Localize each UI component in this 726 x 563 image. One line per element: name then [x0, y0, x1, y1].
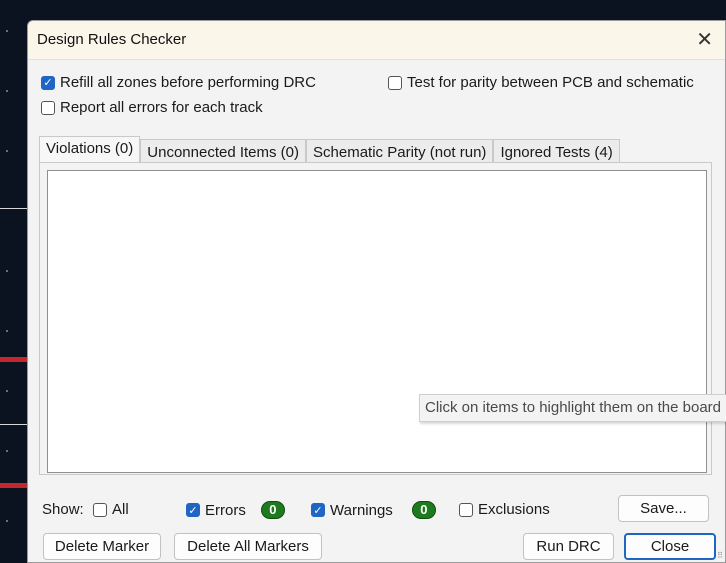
delete-marker-button[interactable]: Delete Marker — [43, 533, 161, 560]
violations-list[interactable] — [47, 170, 707, 473]
close-icon[interactable]: ✕ — [696, 30, 713, 50]
errors-count-badge: 0 — [260, 501, 285, 519]
background-grid-dot — [6, 270, 8, 272]
resize-grip-icon[interactable]: ⠿ — [717, 552, 723, 560]
close-button[interactable]: Close — [624, 533, 716, 560]
background-grid-dot — [6, 90, 8, 92]
checkbox-box[interactable] — [388, 75, 402, 90]
background-track — [0, 483, 27, 488]
save-button[interactable]: Save... — [618, 495, 709, 522]
drc-dialog: Design Rules Checker ✕ ✓ Refill all zone… — [27, 20, 726, 563]
tab-bar: Violations (0) Unconnected Items (0) Sch… — [39, 136, 620, 165]
delete-all-markers-button[interactable]: Delete All Markers — [174, 533, 322, 560]
report-all-errors-label: Report all errors for each track — [60, 99, 263, 116]
report-all-errors-checkbox[interactable]: Report all errors for each track — [41, 99, 263, 116]
background-grid-line — [0, 424, 27, 425]
background-grid-dot — [6, 330, 8, 332]
tab-violations[interactable]: Violations (0) — [39, 136, 141, 165]
show-label: Show: — [42, 501, 84, 518]
background-grid-line — [0, 208, 27, 209]
background-grid-dot — [6, 30, 8, 32]
filter-warnings-checkbox[interactable]: ✓ Warnings 0 — [311, 501, 436, 519]
test-parity-label: Test for parity between PCB and schemati… — [407, 74, 694, 91]
tooltip: Click on items to highlight them on the … — [419, 394, 726, 422]
background-track — [0, 357, 27, 362]
checkmark-icon[interactable]: ✓ — [41, 75, 55, 90]
checkbox-box[interactable] — [459, 502, 473, 517]
background-grid-dot — [6, 150, 8, 152]
refill-zones-label: Refill all zones before performing DRC — [60, 74, 316, 91]
tab-panel — [39, 162, 712, 475]
checkbox-box[interactable] — [41, 100, 55, 115]
title-bar: Design Rules Checker ✕ — [28, 21, 725, 60]
filter-errors-checkbox[interactable]: ✓ Errors 0 — [186, 501, 285, 519]
background-grid-dot — [6, 390, 8, 392]
dialog-title: Design Rules Checker — [37, 31, 187, 48]
refill-zones-checkbox[interactable]: ✓ Refill all zones before performing DRC — [41, 74, 316, 91]
checkbox-box[interactable] — [93, 502, 107, 517]
filter-warnings-label: Warnings — [330, 501, 393, 519]
filter-all-label: All — [112, 501, 129, 518]
checkmark-icon[interactable]: ✓ — [186, 503, 200, 517]
filter-exclusions-checkbox[interactable]: Exclusions — [459, 501, 550, 518]
warnings-count-badge: 0 — [411, 501, 436, 519]
background-grid-dot — [6, 520, 8, 522]
filter-all-checkbox[interactable]: All — [93, 501, 129, 518]
test-parity-checkbox[interactable]: Test for parity between PCB and schemati… — [388, 74, 694, 91]
run-drc-button[interactable]: Run DRC — [523, 533, 614, 560]
filter-errors-label: Errors — [205, 501, 246, 519]
filter-exclusions-label: Exclusions — [478, 501, 550, 518]
checkmark-icon[interactable]: ✓ — [311, 503, 325, 517]
background-grid-dot — [6, 450, 8, 452]
